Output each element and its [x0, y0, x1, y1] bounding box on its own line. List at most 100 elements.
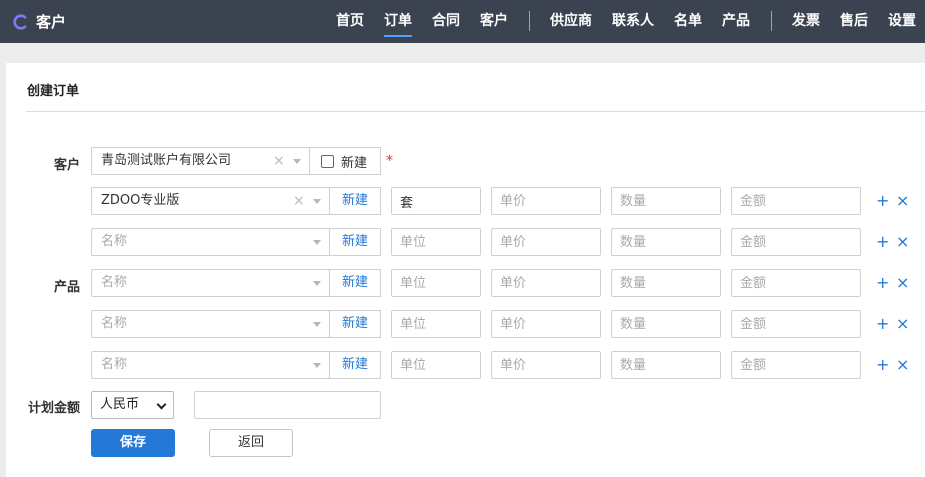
- nav-settings[interactable]: 设置: [888, 0, 916, 43]
- product-name-select[interactable]: 名称: [91, 269, 330, 297]
- brand[interactable]: 客户: [12, 0, 66, 43]
- amount-field[interactable]: [732, 229, 860, 255]
- panel-divider: [26, 111, 925, 112]
- new-product-button[interactable]: 新建: [329, 187, 381, 215]
- save-button[interactable]: 保存: [91, 429, 175, 457]
- nav-divider: [771, 11, 772, 31]
- nav-suppliers[interactable]: 供应商: [550, 0, 592, 43]
- customer-select[interactable]: 青岛测试账户有限公司 ×: [91, 147, 330, 175]
- clear-icon[interactable]: ×: [273, 148, 285, 174]
- new-customer-checkbox-label: 新建: [341, 155, 368, 171]
- product-unit-input[interactable]: [391, 228, 481, 256]
- product-price-input[interactable]: [491, 269, 601, 297]
- new-product-button[interactable]: 新建: [329, 228, 381, 256]
- back-button[interactable]: 返回: [209, 429, 293, 457]
- nav-contacts[interactable]: 联系人: [612, 0, 654, 43]
- price-field[interactable]: [492, 270, 600, 296]
- delete-row-icon[interactable]: ×: [896, 234, 909, 250]
- product-name-value: 名称: [101, 275, 128, 290]
- product-name-select[interactable]: ZDOO专业版 ×: [91, 187, 330, 215]
- product-name-select[interactable]: 名称: [91, 228, 330, 256]
- quantity-field[interactable]: [612, 311, 720, 337]
- unit-field[interactable]: [392, 352, 480, 378]
- chevron-down-icon: [313, 281, 321, 286]
- product-name-select[interactable]: 名称: [91, 310, 330, 338]
- price-field[interactable]: [492, 352, 600, 378]
- amount-field[interactable]: [732, 352, 860, 378]
- nav-products[interactable]: 产品: [722, 0, 750, 43]
- product-unit-input[interactable]: [391, 310, 481, 338]
- nav-list[interactable]: 名单: [674, 0, 702, 43]
- plan-amount-input[interactable]: [194, 391, 381, 419]
- new-product-button[interactable]: 新建: [329, 269, 381, 297]
- clear-icon[interactable]: ×: [293, 188, 305, 214]
- customer-select-value: 青岛测试账户有限公司: [101, 153, 232, 168]
- unit-field[interactable]: [392, 311, 480, 337]
- chevron-down-icon: [313, 240, 321, 245]
- product-amount-input[interactable]: [731, 269, 861, 297]
- required-mark: *: [386, 153, 393, 169]
- add-row-icon[interactable]: +: [876, 316, 889, 332]
- add-row-icon[interactable]: +: [876, 357, 889, 373]
- price-field[interactable]: [492, 311, 600, 337]
- product-quantity-input[interactable]: [611, 269, 721, 297]
- product-amount-input[interactable]: [731, 187, 861, 215]
- product-name-select[interactable]: 名称: [91, 351, 330, 379]
- add-row-icon[interactable]: +: [876, 275, 889, 291]
- nav-home[interactable]: 首页: [336, 0, 364, 43]
- new-product-button[interactable]: 新建: [329, 310, 381, 338]
- amount-field[interactable]: [732, 270, 860, 296]
- delete-row-icon[interactable]: ×: [896, 357, 909, 373]
- quantity-field[interactable]: [612, 352, 720, 378]
- price-field[interactable]: [492, 188, 600, 214]
- product-quantity-input[interactable]: [611, 228, 721, 256]
- nav-orders[interactable]: 订单: [384, 0, 412, 43]
- app-logo-icon: [13, 13, 27, 30]
- delete-row-icon[interactable]: ×: [896, 316, 909, 332]
- product-amount-input[interactable]: [731, 351, 861, 379]
- unit-field[interactable]: [392, 188, 480, 214]
- unit-field[interactable]: [392, 229, 480, 255]
- top-navbar: 客户 首页 订单 合同 客户 供应商 联系人 名单 产品 发票 售后 设置: [0, 0, 925, 43]
- unit-field[interactable]: [392, 270, 480, 296]
- nav-customers[interactable]: 客户: [480, 0, 508, 43]
- chevron-down-icon: [293, 159, 301, 164]
- product-unit-input[interactable]: [391, 269, 481, 297]
- product-label: 产品: [53, 280, 80, 295]
- add-row-icon[interactable]: +: [876, 234, 889, 250]
- quantity-field[interactable]: [612, 188, 720, 214]
- product-amount-input[interactable]: [731, 310, 861, 338]
- amount-field[interactable]: [732, 311, 860, 337]
- product-price-input[interactable]: [491, 310, 601, 338]
- product-price-input[interactable]: [491, 228, 601, 256]
- product-price-input[interactable]: [491, 351, 601, 379]
- nav-invoices[interactable]: 发票: [792, 0, 820, 43]
- product-quantity-input[interactable]: [611, 310, 721, 338]
- product-amount-input[interactable]: [731, 228, 861, 256]
- app-title: 客户: [36, 13, 67, 31]
- nav-after-sales[interactable]: 售后: [840, 0, 868, 43]
- new-customer-toggle[interactable]: 新建: [309, 147, 381, 175]
- product-price-input[interactable]: [491, 187, 601, 215]
- price-field[interactable]: [492, 229, 600, 255]
- product-unit-input[interactable]: [391, 187, 481, 215]
- delete-row-icon[interactable]: ×: [896, 275, 909, 291]
- delete-row-icon[interactable]: ×: [896, 193, 909, 209]
- customer-label: 客户: [53, 158, 80, 173]
- chevron-down-icon: [156, 399, 167, 410]
- quantity-field[interactable]: [612, 229, 720, 255]
- product-unit-input[interactable]: [391, 351, 481, 379]
- plan-amount-label: 计划金额: [27, 401, 80, 416]
- plan-amount-field[interactable]: [195, 392, 380, 418]
- nav-contracts[interactable]: 合同: [432, 0, 460, 43]
- new-product-button[interactable]: 新建: [329, 351, 381, 379]
- product-name-value: ZDOO专业版: [101, 193, 180, 208]
- quantity-field[interactable]: [612, 270, 720, 296]
- add-row-icon[interactable]: +: [876, 193, 889, 209]
- amount-field[interactable]: [732, 188, 860, 214]
- product-quantity-input[interactable]: [611, 187, 721, 215]
- currency-select[interactable]: 人民币: [91, 391, 174, 419]
- chevron-down-icon: [313, 199, 321, 204]
- new-customer-checkbox[interactable]: [321, 154, 334, 168]
- product-quantity-input[interactable]: [611, 351, 721, 379]
